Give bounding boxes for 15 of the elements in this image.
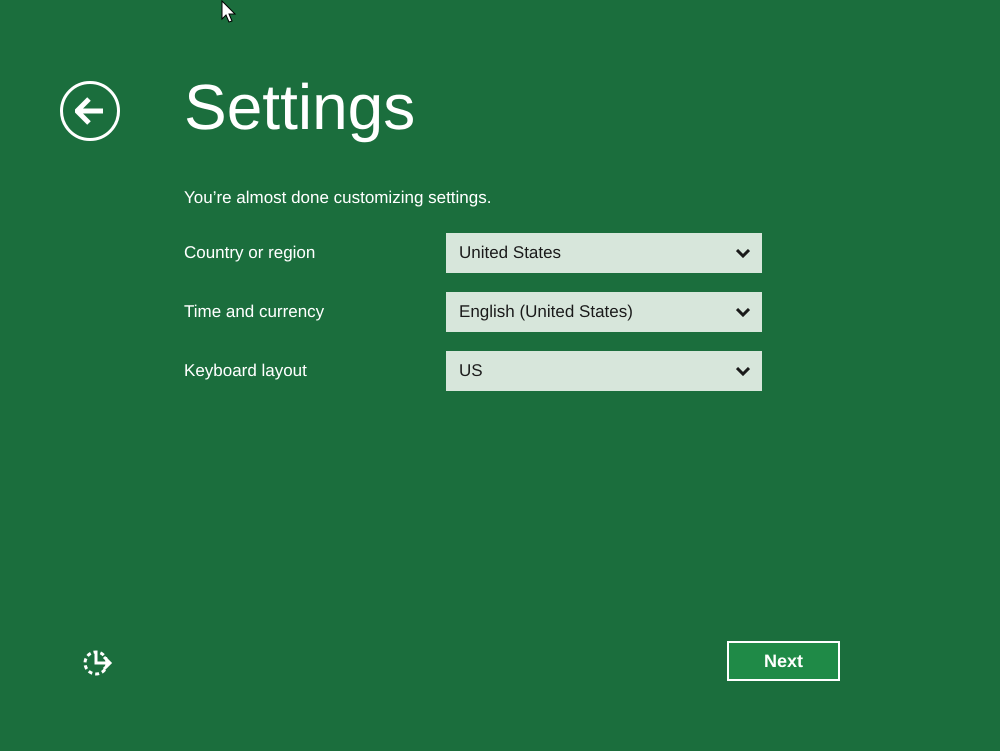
chevron-down-icon [736,308,750,316]
dropdown[interactable]: United States [446,233,762,273]
chevron-down-icon [736,366,750,376]
next-button[interactable]: Next [727,641,840,681]
page-title: Settings [184,70,416,145]
subtitle-text: You’re almost done customizing settings. [184,187,492,209]
dropdown[interactable]: English (United States) [446,292,762,332]
mouse-cursor-icon [221,0,237,24]
field-label: Keyboard layout [184,360,308,382]
field-label: Country or region [184,242,316,264]
back-arrow-icon [75,97,105,125]
chevron-down-icon [736,248,750,258]
back-button[interactable] [60,81,120,141]
field-label: Time and currency [184,301,326,324]
dropdown[interactable]: US [446,351,762,391]
